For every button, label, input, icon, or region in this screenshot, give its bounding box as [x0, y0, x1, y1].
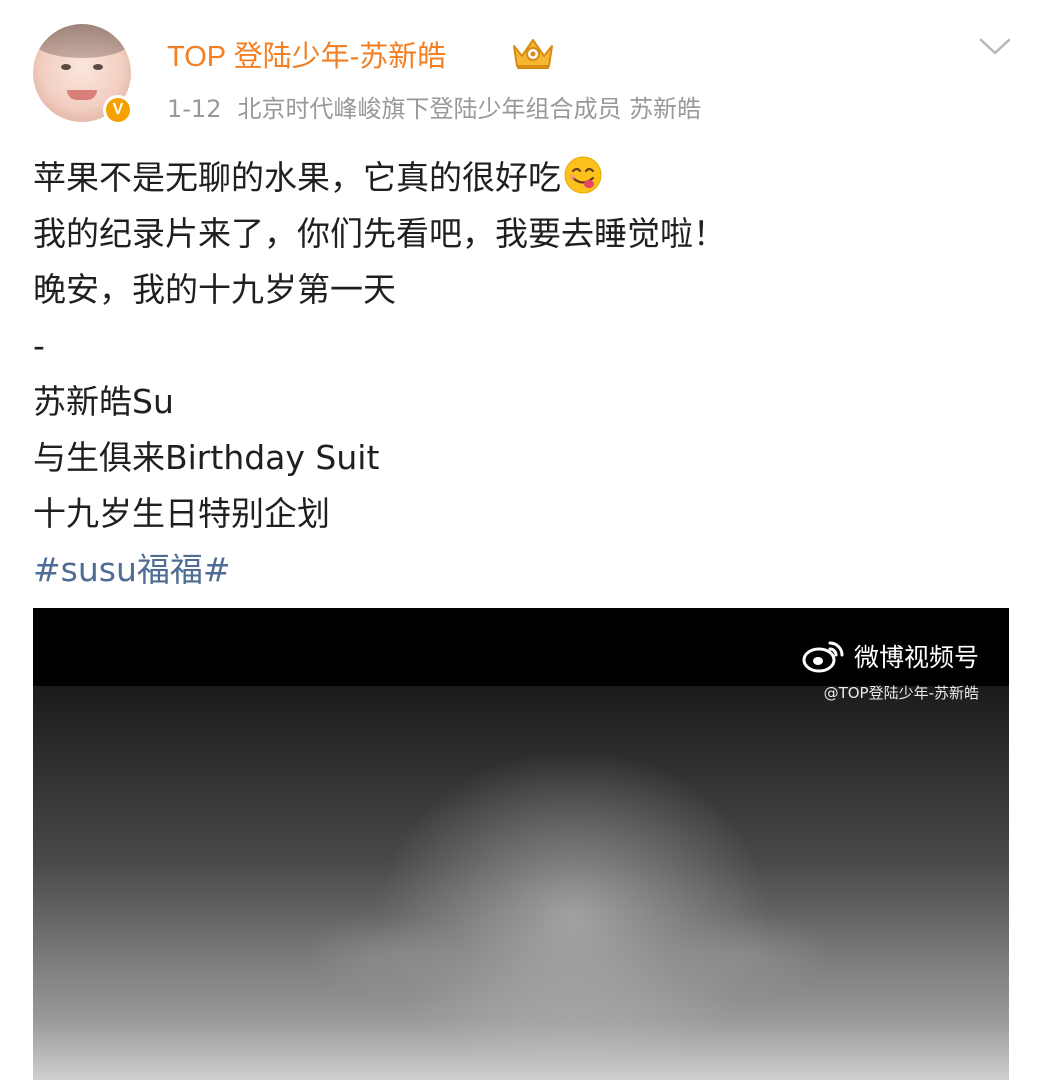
post-line-1: 苹果不是无聊的水果，它真的很好吃: [33, 150, 726, 206]
watermark-handle: @TOP登陆少年-苏新皓: [823, 684, 979, 702]
author-name[interactable]: TOP 登陆少年-苏新皓: [167, 33, 446, 75]
post-separator: -: [33, 326, 45, 365]
video-frame: [33, 686, 1009, 1080]
yum-emoji-icon: [564, 156, 602, 194]
post-line-2: 我的纪录片来了，你们先看吧，我要去睡觉啦！: [33, 214, 726, 253]
post-source: 北京时代峰峻旗下登陆少年组合成员 苏新皓: [237, 95, 702, 123]
avatar-hair: [33, 24, 131, 58]
weibo-logo-icon: [802, 641, 844, 673]
post-content: 苹果不是无聊的水果，它真的很好吃 我的纪录片来了，你们先看吧，我要去睡觉啦！ 晚…: [33, 150, 726, 598]
watermark-title: 微博视频号: [853, 643, 979, 672]
post-line-1-text: 苹果不是无聊的水果，它真的很好吃: [33, 158, 561, 197]
video-watermark: 微博视频号 @TOP登陆少年-苏新皓: [802, 638, 979, 703]
chevron-down-icon[interactable]: [978, 36, 1012, 58]
avatar-lips: [67, 90, 97, 100]
avatar-eye-left: [61, 64, 71, 70]
post-date: 1-12: [167, 95, 222, 123]
post-line-6: 十九岁生日特别企划: [33, 494, 330, 533]
post-line-3: 晚安，我的十九岁第一天: [33, 270, 396, 309]
crown-icon: [513, 39, 553, 69]
post-line-4: 苏新皓Su: [33, 382, 174, 421]
hashtag-link[interactable]: #susu福福#: [33, 550, 231, 589]
video-player[interactable]: 微博视频号 @TOP登陆少年-苏新皓: [33, 608, 1009, 1080]
post-meta: 1-12 北京时代峰峻旗下登陆少年组合成员 苏新皓: [167, 89, 701, 124]
verified-badge-icon: V: [103, 95, 133, 125]
avatar-eye-right: [93, 64, 103, 70]
post-line-5: 与生俱来Birthday Suit: [33, 438, 380, 477]
